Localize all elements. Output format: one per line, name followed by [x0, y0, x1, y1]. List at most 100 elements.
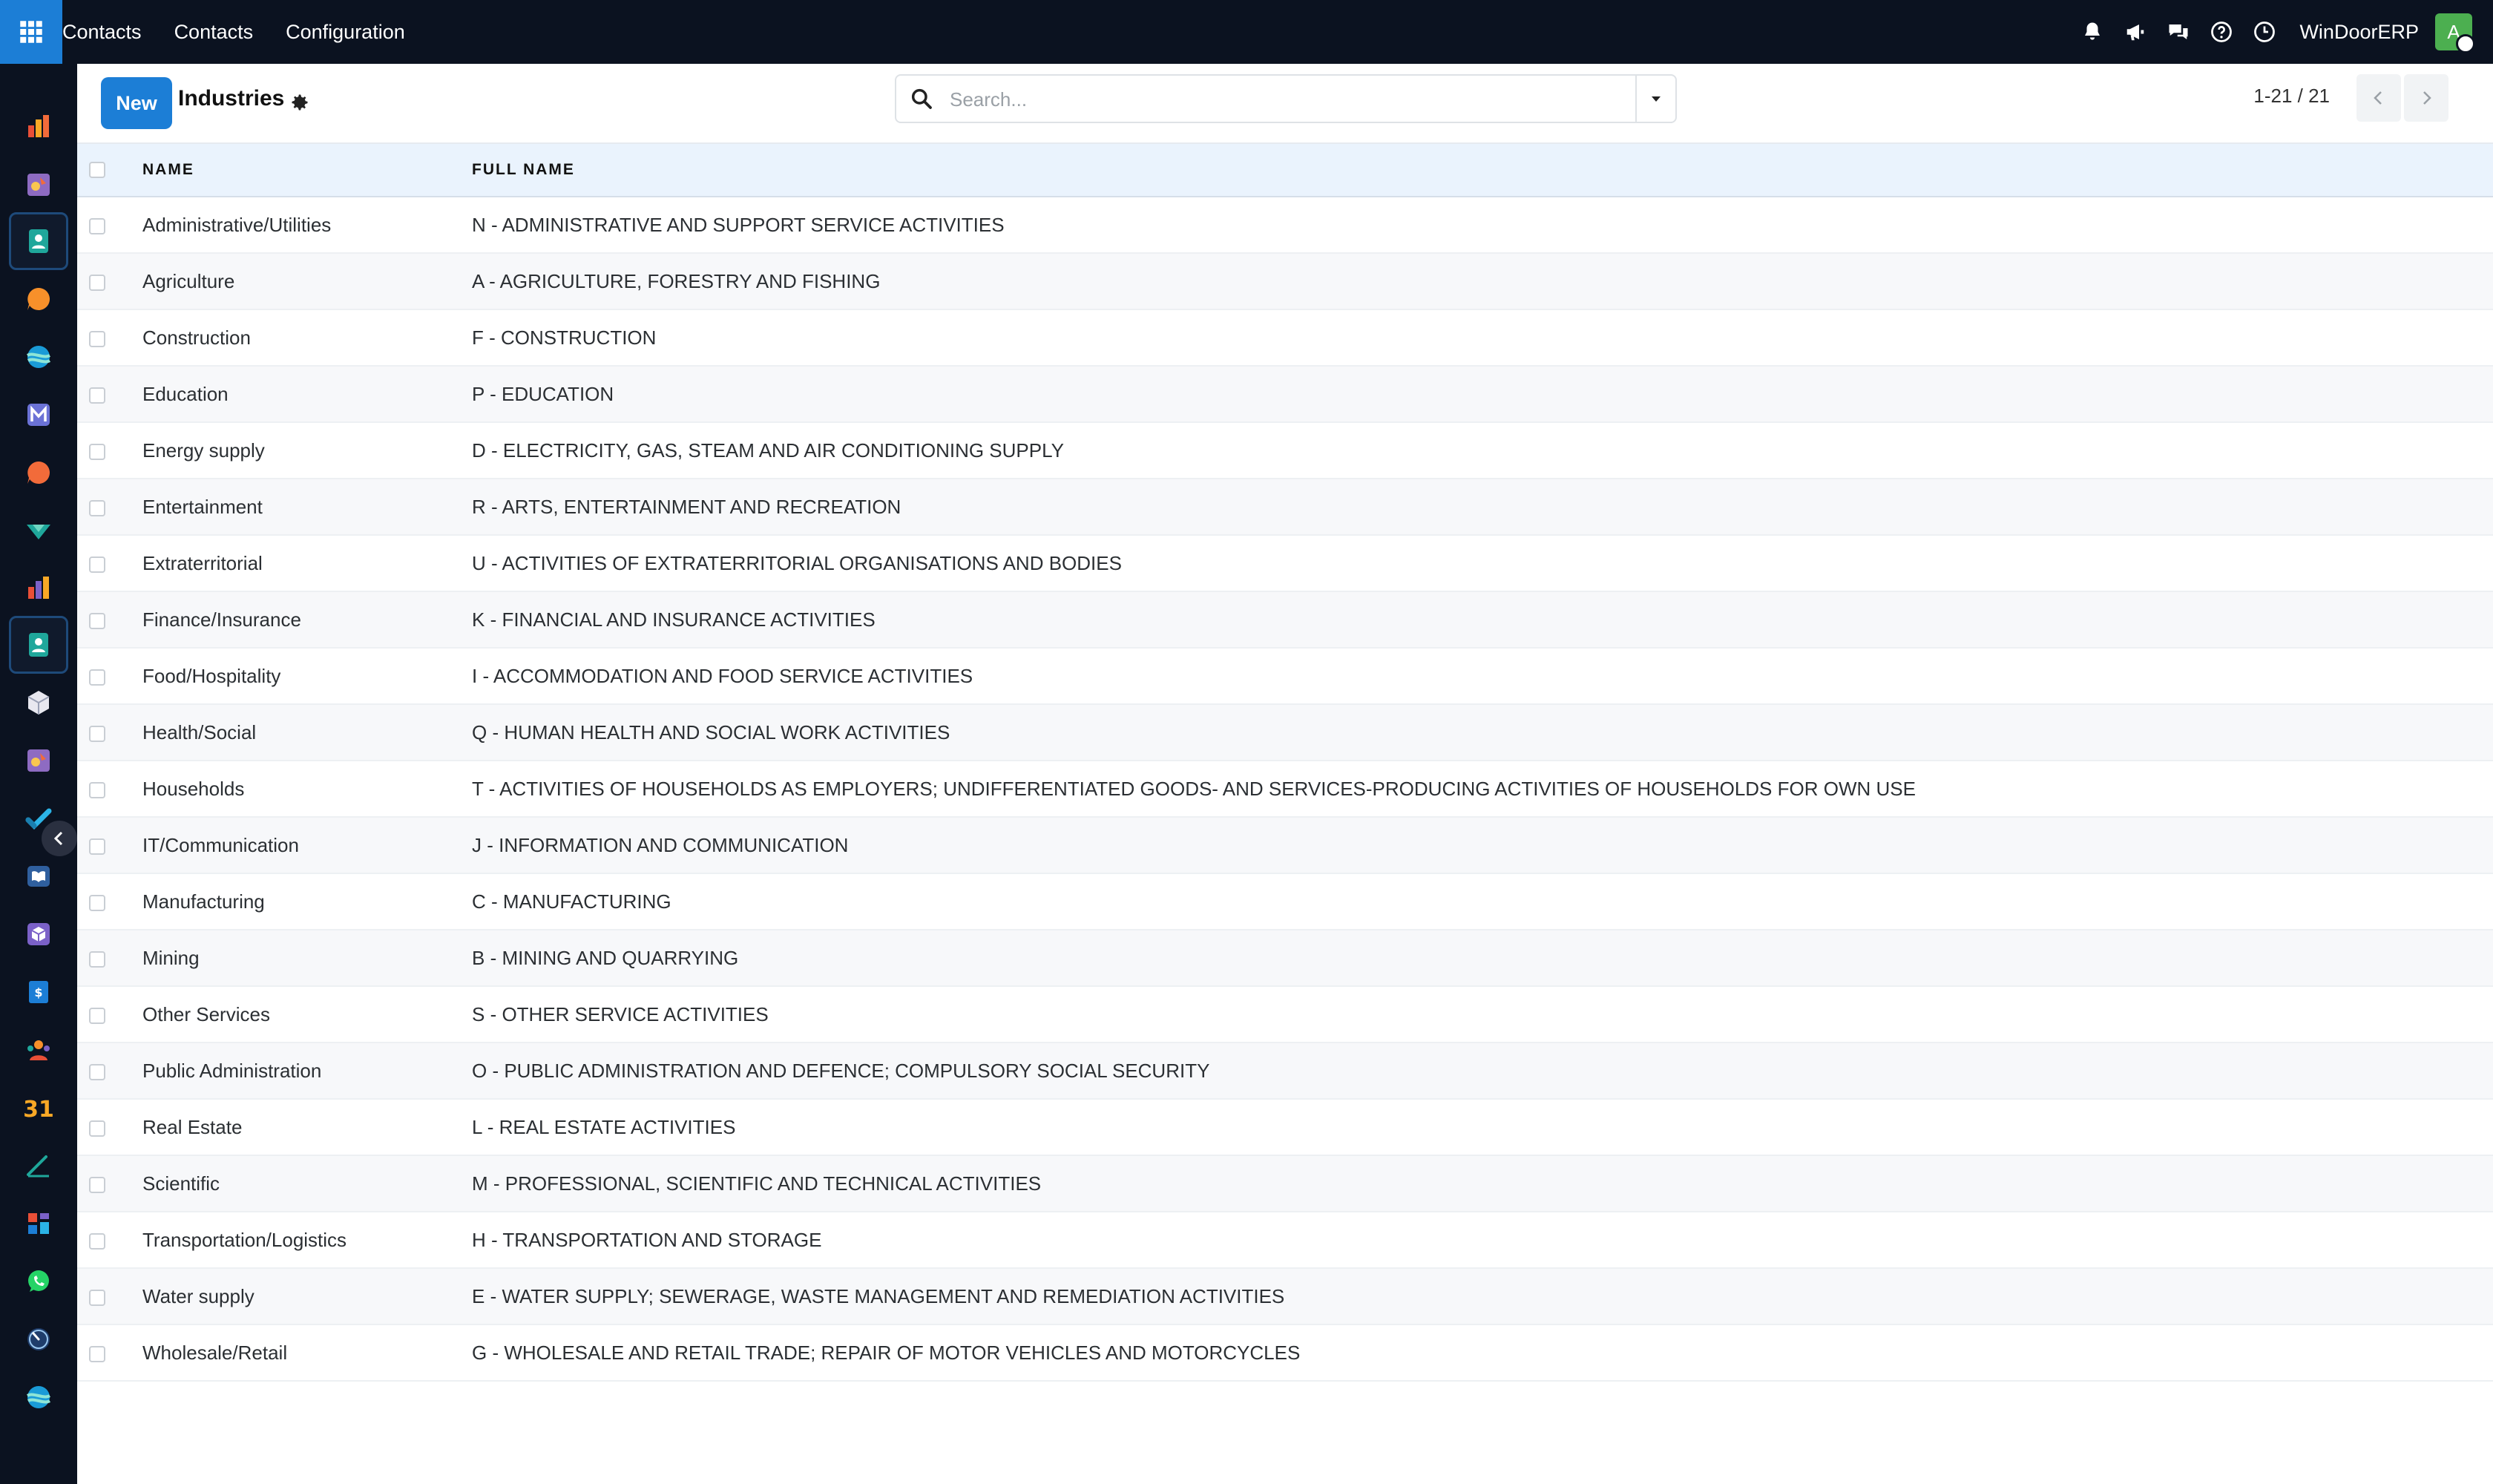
cell-name[interactable]: Construction: [142, 309, 472, 366]
table-row[interactable]: Water supply E - WATER SUPPLY; SEWERAGE, …: [77, 1268, 2493, 1324]
row-checkbox[interactable]: [89, 274, 105, 291]
sidebar-app-discuss[interactable]: [9, 270, 68, 328]
cell-name[interactable]: Health/Social: [142, 704, 472, 761]
row-checkbox[interactable]: [89, 1289, 105, 1306]
sidebar-app-product[interactable]: [9, 674, 68, 732]
table-row[interactable]: Mining B - MINING AND QUARRYING: [77, 930, 2493, 986]
cell-full-name[interactable]: P - EDUCATION: [472, 366, 2493, 422]
cell-full-name[interactable]: R - ARTS, ENTERTAINMENT AND RECREATION: [472, 479, 2493, 535]
sidebar-app-contacts[interactable]: [9, 212, 68, 270]
cell-full-name[interactable]: J - INFORMATION AND COMMUNICATION: [472, 817, 2493, 873]
cell-name[interactable]: Extraterritorial: [142, 535, 472, 591]
table-row[interactable]: Construction F - CONSTRUCTION: [77, 309, 2493, 366]
announcement-button[interactable]: [2114, 0, 2157, 64]
cell-full-name[interactable]: Q - HUMAN HEALTH AND SOCIAL WORK ACTIVIT…: [472, 704, 2493, 761]
row-checkbox[interactable]: [89, 951, 105, 968]
table-row[interactable]: Finance/Insurance K - FINANCIAL AND INSUR…: [77, 591, 2493, 648]
cell-name[interactable]: Real Estate: [142, 1099, 472, 1155]
activity-button[interactable]: [2071, 0, 2114, 64]
new-button[interactable]: New: [101, 77, 172, 129]
cell-name[interactable]: Finance/Insurance: [142, 591, 472, 648]
sidebar-app-livechat[interactable]: [9, 444, 68, 502]
table-row[interactable]: Scientific M - PROFESSIONAL, SCIENTIFIC A…: [77, 1155, 2493, 1212]
cell-full-name[interactable]: E - WATER SUPPLY; SEWERAGE, WASTE MANAGE…: [472, 1268, 2493, 1324]
cell-name[interactable]: Manufacturing: [142, 873, 472, 930]
table-row[interactable]: Other Services S - OTHER SERVICE ACTIVITI…: [77, 986, 2493, 1043]
column-header-name[interactable]: NAME: [142, 143, 472, 197]
cell-name[interactable]: Education: [142, 366, 472, 422]
cell-full-name[interactable]: I - ACCOMMODATION AND FOOD SERVICE ACTIV…: [472, 648, 2493, 704]
search-input[interactable]: [948, 82, 1619, 117]
help-button[interactable]: [2200, 0, 2243, 64]
cell-full-name[interactable]: A - AGRICULTURE, FORESTRY AND FISHING: [472, 253, 2493, 309]
table-row[interactable]: Transportation/Logistics H - TRANSPORTATI…: [77, 1212, 2493, 1268]
clock-button[interactable]: [2243, 0, 2286, 64]
table-row[interactable]: Households T - ACTIVITIES OF HOUSEHOLDS A…: [77, 761, 2493, 817]
row-checkbox[interactable]: [89, 612, 105, 629]
table-row[interactable]: Health/Social Q - HUMAN HEALTH AND SOCIAL…: [77, 704, 2493, 761]
table-row[interactable]: Public Administration O - PUBLIC ADMINIST…: [77, 1043, 2493, 1099]
gear-icon[interactable]: [289, 92, 310, 113]
cell-name[interactable]: Households: [142, 761, 472, 817]
company-name[interactable]: WinDoorERP: [2286, 21, 2435, 44]
sidebar-app-spreadsheet[interactable]: [9, 559, 68, 617]
table-row[interactable]: Energy supply D - ELECTRICITY, GAS, STEAM…: [77, 422, 2493, 479]
cell-name[interactable]: Water supply: [142, 1268, 472, 1324]
search-options-toggle[interactable]: [1635, 76, 1675, 122]
cell-full-name[interactable]: T - ACTIVITIES OF HOUSEHOLDS AS EMPLOYER…: [472, 761, 2493, 817]
cell-full-name[interactable]: O - PUBLIC ADMINISTRATION AND DEFENCE; C…: [472, 1043, 2493, 1099]
table-row[interactable]: Education P - EDUCATION: [77, 366, 2493, 422]
row-checkbox[interactable]: [89, 1345, 105, 1362]
nav-menu-configuration[interactable]: Configuration: [269, 0, 421, 64]
cell-full-name[interactable]: S - OTHER SERVICE ACTIVITIES: [472, 986, 2493, 1043]
sidebar-app-sales[interactable]: [9, 156, 68, 214]
sidebar-app-whatsapp[interactable]: [9, 1252, 68, 1310]
cell-full-name[interactable]: N - ADMINISTRATIVE AND SUPPORT SERVICE A…: [472, 197, 2493, 253]
table-row[interactable]: Manufacturing C - MANUFACTURING: [77, 873, 2493, 930]
sidebar-app-calendar[interactable]: 31: [9, 1079, 68, 1137]
table-row[interactable]: Wholesale/Retail G - WHOLESALE AND RETAIL…: [77, 1324, 2493, 1381]
sidebar-app-dashboard[interactable]: [9, 1195, 68, 1252]
cell-full-name[interactable]: F - CONSTRUCTION: [472, 309, 2493, 366]
row-checkbox[interactable]: [89, 1176, 105, 1193]
user-avatar[interactable]: A: [2435, 13, 2475, 53]
sidebar-collapse-button[interactable]: [42, 821, 77, 856]
cell-full-name[interactable]: L - REAL ESTATE ACTIVITIES: [472, 1099, 2493, 1155]
cell-full-name[interactable]: M - PROFESSIONAL, SCIENTIFIC AND TECHNIC…: [472, 1155, 2493, 1212]
cell-name[interactable]: Other Services: [142, 986, 472, 1043]
cell-full-name[interactable]: K - FINANCIAL AND INSURANCE ACTIVITIES: [472, 591, 2493, 648]
app-menu-button[interactable]: [0, 0, 62, 64]
cell-name[interactable]: Energy supply: [142, 422, 472, 479]
column-header-full-name[interactable]: FULL NAME: [472, 143, 2493, 197]
cell-name[interactable]: Entertainment: [142, 479, 472, 535]
messaging-button[interactable]: [2157, 0, 2200, 64]
cell-full-name[interactable]: C - MANUFACTURING: [472, 873, 2493, 930]
row-checkbox[interactable]: [89, 330, 105, 347]
cell-name[interactable]: Mining: [142, 930, 472, 986]
row-checkbox[interactable]: [89, 217, 105, 234]
row-checkbox[interactable]: [89, 443, 105, 460]
sidebar-app-employees[interactable]: [9, 1021, 68, 1079]
select-all-checkbox[interactable]: [89, 162, 105, 179]
cell-name[interactable]: Wholesale/Retail: [142, 1324, 472, 1381]
cell-full-name[interactable]: U - ACTIVITIES OF EXTRATERRITORIAL ORGAN…: [472, 535, 2493, 591]
cell-name[interactable]: Administrative/Utilities: [142, 197, 472, 253]
table-row[interactable]: Real Estate L - REAL ESTATE ACTIVITIES: [77, 1099, 2493, 1155]
cell-name[interactable]: Food/Hospitality: [142, 648, 472, 704]
sidebar-app-invoicing[interactable]: $: [9, 963, 68, 1021]
table-row[interactable]: Extraterritorial U - ACTIVITIES OF EXTRAT…: [77, 535, 2493, 591]
cell-name[interactable]: IT/Communication: [142, 817, 472, 873]
cell-name[interactable]: Transportation/Logistics: [142, 1212, 472, 1268]
row-checkbox[interactable]: [89, 894, 105, 911]
cell-full-name[interactable]: D - ELECTRICITY, GAS, STEAM AND AIR COND…: [472, 422, 2493, 479]
row-checkbox[interactable]: [89, 387, 105, 404]
sidebar-app-contacts-2[interactable]: [9, 616, 68, 674]
row-checkbox[interactable]: [89, 725, 105, 742]
sidebar-app-website[interactable]: [9, 328, 68, 386]
pager-next-button[interactable]: [2404, 74, 2448, 122]
cell-name[interactable]: Public Administration: [142, 1043, 472, 1099]
cell-name[interactable]: Scientific: [142, 1155, 472, 1212]
table-row[interactable]: Food/Hospitality I - ACCOMMODATION AND FO…: [77, 648, 2493, 704]
cell-name[interactable]: Agriculture: [142, 253, 472, 309]
cell-full-name[interactable]: B - MINING AND QUARRYING: [472, 930, 2493, 986]
